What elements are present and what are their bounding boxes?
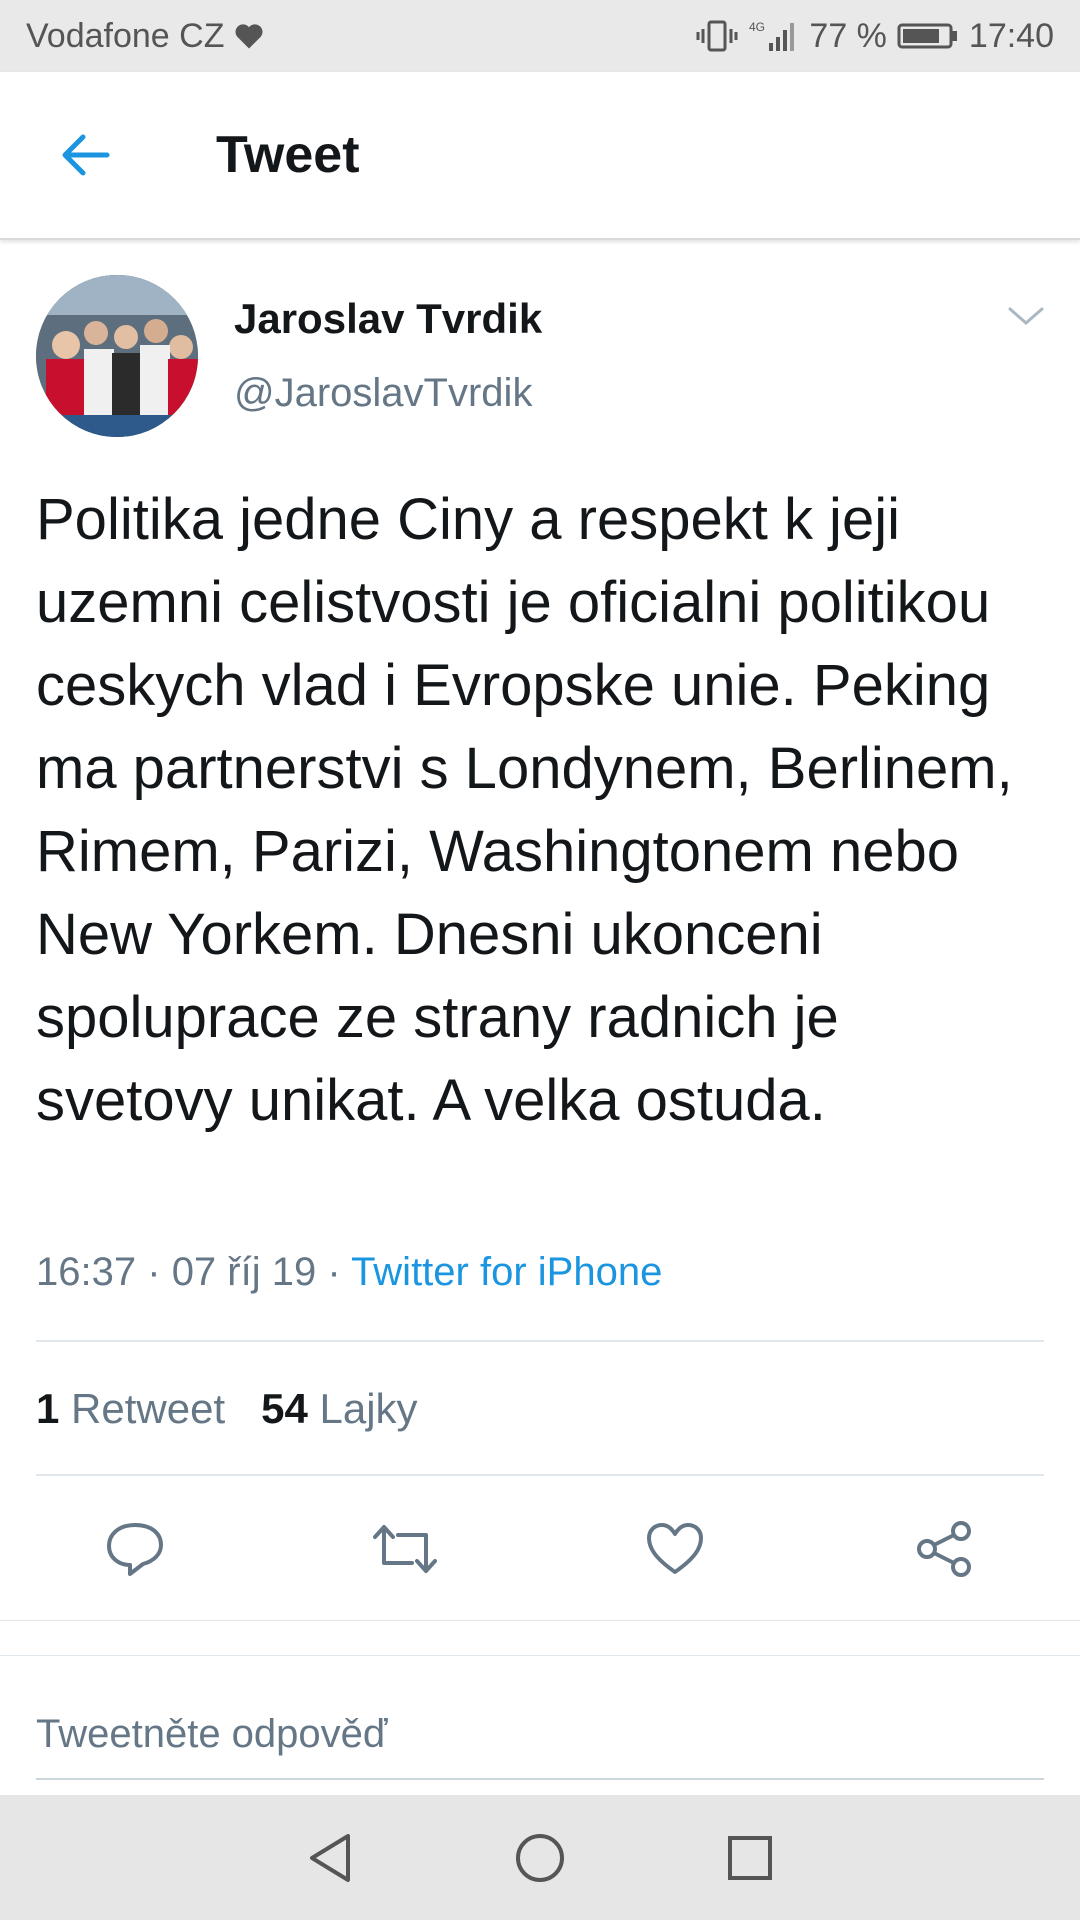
like-stat[interactable]: 54 Lajky [261,1385,417,1433]
tweet-actions [0,1500,1080,1600]
section-separator [0,1620,1080,1656]
author-name[interactable]: Jaroslav Tvrdik [234,295,542,343]
reply-input[interactable] [36,1690,1044,1780]
arrow-left-icon [62,134,110,176]
tweet-source-link[interactable]: Twitter for iPhone [351,1250,662,1294]
tweet-meta: 16:37 · 07 říj 19 · Twitter for iPhone [36,1250,662,1295]
nav-recents-button[interactable] [720,1828,780,1888]
nav-back-button[interactable] [300,1828,360,1888]
app-header: Tweet [0,72,1080,240]
carrier-label: Vodafone CZ [26,16,225,55]
tweet-text: Politika jedne Ciny a respekt k jeji uze… [36,487,1013,1133]
home-circle-icon [516,1833,564,1882]
vibrate-icon [696,20,738,52]
like-button[interactable] [640,1514,710,1584]
clock: 17:40 [968,16,1054,55]
author-handle[interactable]: @JaroslavTvrdik [234,371,532,416]
avatar-image [36,275,198,437]
retweet-count: 1 [36,1385,60,1432]
meta-separator-2: · [327,1250,341,1294]
recents-square-icon [728,1835,772,1880]
network-type-label: 4G [749,20,765,34]
divider [36,1340,1044,1342]
like-icon [647,1523,703,1574]
reply-icon [107,1523,163,1576]
heart-icon [235,24,263,49]
avatar[interactable] [36,275,198,437]
back-button[interactable] [0,71,170,239]
chevron-down-icon[interactable] [1006,305,1046,329]
meta-separator: · [147,1250,161,1294]
share-icon [917,1521,971,1577]
tweet-time: 16:37 [36,1250,137,1294]
tweet-stats: 1 Retweet 54 Lajky [36,1385,418,1433]
system-nav-bar [0,1795,1080,1920]
retweet-button[interactable] [370,1514,440,1584]
page-title: Tweet [216,126,360,184]
battery-icon [897,23,957,49]
like-count: 54 [261,1385,308,1432]
retweet-stat[interactable]: 1 Retweet [36,1385,225,1433]
like-label: Lajky [319,1385,418,1432]
reply-button[interactable] [100,1514,170,1584]
signal-icon: 4G [749,20,795,51]
retweet-icon [373,1525,437,1573]
back-triangle-icon [310,1833,350,1882]
battery-percent: 77 % [809,16,887,55]
nav-home-button[interactable] [510,1828,570,1888]
retweet-label: Retweet [71,1385,226,1432]
share-button[interactable] [910,1514,980,1584]
status-bar: Vodafone CZ 4G 77 % 17:40 [0,0,1080,72]
tweet-date: 07 říj 19 [171,1250,317,1294]
divider [36,1474,1044,1476]
tweet-author: Jaroslav Tvrdik @JaroslavTvrdik [36,275,1046,445]
